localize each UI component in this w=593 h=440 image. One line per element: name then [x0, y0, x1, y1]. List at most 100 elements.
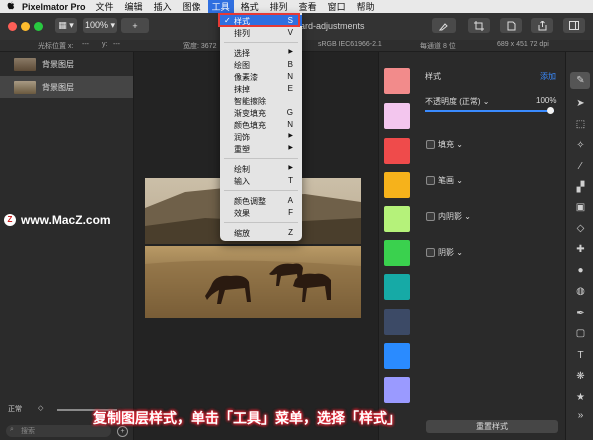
watermark-text: www.MacZ.com — [21, 213, 111, 227]
close-window-button[interactable] — [8, 22, 17, 31]
shadow-checkbox[interactable] — [426, 248, 435, 257]
reset-style-button[interactable]: 重置样式 — [426, 420, 558, 433]
style-preset[interactable] — [384, 138, 410, 164]
menu-view[interactable]: 查看 — [299, 0, 317, 13]
menu-item-color-adjust[interactable]: 颜色调整 A — [220, 195, 302, 206]
stroke-label[interactable]: 笔画 ⌄ — [438, 175, 463, 186]
menu-item-type[interactable]: 输入 T — [220, 175, 302, 186]
menu-item-color-fill[interactable]: 颜色填充 N — [220, 119, 302, 130]
fill-label[interactable]: 填充 ⌄ — [438, 139, 463, 150]
menu-item-smart-erase[interactable]: 智能擦除 — [220, 95, 302, 106]
menu-item-paint[interactable]: 绘制 ▶ — [220, 163, 302, 174]
minimize-window-button[interactable] — [21, 22, 30, 31]
select-icon[interactable]: ⬚ — [575, 119, 586, 130]
layers-sidebar: 背景图层 背景图层 — [0, 52, 134, 440]
opacity-slider[interactable] — [425, 107, 554, 114]
style-preset[interactable] — [384, 206, 410, 232]
style-preset[interactable] — [384, 172, 410, 198]
layer-row-selected[interactable]: 背景图层 — [0, 76, 133, 98]
share-button[interactable] — [531, 18, 553, 33]
opacity-label[interactable]: 不透明度 (正常) ⌄ — [425, 96, 489, 107]
zoom-window-button[interactable] — [34, 22, 43, 31]
sidebar-toggle-button[interactable] — [563, 18, 585, 33]
eyedropper-icon[interactable]: ⁄ — [575, 161, 586, 172]
menu-item-effects[interactable]: 效果 F — [220, 207, 302, 218]
layer-row[interactable]: 背景图层 — [0, 53, 133, 75]
add-style-link[interactable]: 添加 — [540, 71, 556, 82]
gradient-icon[interactable]: ▣ — [575, 202, 586, 213]
menu-image[interactable]: 图像 — [183, 0, 201, 13]
eraser-icon[interactable]: ◇ — [575, 223, 586, 234]
wand-icon[interactable]: ✧ — [575, 140, 586, 151]
stroke-checkbox[interactable] — [426, 176, 435, 185]
style-preset[interactable] — [384, 377, 410, 403]
cursor-x-value: --- — [82, 41, 89, 48]
more-icon[interactable]: » — [575, 410, 586, 421]
shape-icon[interactable]: ▢ — [575, 328, 586, 339]
color-space: sRGB IEC61966-2.1 — [318, 41, 382, 48]
paint-icon[interactable]: ▞ — [575, 182, 586, 193]
style-preset[interactable] — [384, 343, 410, 369]
share-icon — [538, 20, 546, 30]
layer-name: 背景图层 — [42, 59, 74, 69]
drop-icon[interactable]: ● — [575, 265, 586, 276]
menu-arrange[interactable]: 排列 — [270, 0, 288, 13]
opacity-value: 100% — [536, 96, 557, 105]
document-title: ard-adjustments — [300, 21, 365, 31]
bandage-icon[interactable]: ✚ — [575, 244, 586, 255]
menu-edit[interactable]: 编辑 — [125, 0, 143, 13]
menu-separator — [224, 42, 298, 43]
menu-item-erase[interactable]: 抹掉 E — [220, 83, 302, 94]
image-size: 689 x 451 72 dpi — [497, 41, 549, 48]
brush-tool-button[interactable] — [432, 18, 456, 33]
menu-item-gradient-fill[interactable]: 渐变填充 G — [220, 107, 302, 118]
menu-separator — [224, 222, 298, 223]
blend-mode-select[interactable]: 正常 — [8, 404, 22, 414]
document-button[interactable] — [500, 18, 522, 33]
brush-icon — [439, 22, 448, 30]
menu-format[interactable]: 格式 — [241, 0, 259, 13]
opacity-slider-knob[interactable] — [547, 107, 554, 114]
menu-help[interactable]: 帮助 — [357, 0, 375, 13]
tools-bar: ✎ ➤ ⬚ ✧ ⁄ ▞ ▣ ◇ ✚ ● ◍ ✒ ▢ T ❋ ★ » — [565, 52, 593, 440]
menu-item-zoom[interactable]: 缩放 Z — [220, 227, 302, 238]
menu-insert[interactable]: 插入 — [154, 0, 172, 13]
menu-item-draw[interactable]: 绘图 B — [220, 59, 302, 70]
crop-button[interactable] — [468, 18, 490, 33]
star-icon[interactable]: ★ — [575, 392, 586, 403]
app-name[interactable]: Pixelmator Pro — [22, 2, 86, 12]
cursor-x-label: 光标位置 x: — [38, 43, 74, 50]
menu-item-reshape[interactable]: 重塑 ▶ — [220, 143, 302, 154]
menu-item-retouch[interactable]: 润饰 ▶ — [220, 131, 302, 142]
shadow-label[interactable]: 阴影 ⌄ — [438, 247, 463, 258]
add-button[interactable]: + — [121, 18, 149, 33]
arrow-icon[interactable]: ➤ — [575, 98, 586, 109]
menu-window[interactable]: 窗口 — [328, 0, 346, 13]
style-brush-icon[interactable]: ✎ — [575, 75, 586, 86]
style-preset[interactable] — [384, 309, 410, 335]
sponge-icon[interactable]: ◍ — [575, 286, 586, 297]
style-preset[interactable] — [384, 274, 410, 300]
menu-item-pixel-paint[interactable]: 像素漆 N — [220, 71, 302, 82]
menu-item-arrange[interactable]: 排列 V — [220, 27, 302, 38]
width-readout: 宽度: 3672 — [183, 43, 217, 50]
watermark: Z www.MacZ.com — [4, 213, 111, 227]
zoom-select[interactable]: 100% ▾ — [83, 18, 117, 33]
inner-shadow-label[interactable]: 内阴影 ⌄ — [438, 211, 471, 222]
text-icon[interactable]: T — [575, 350, 586, 361]
style-preset[interactable] — [384, 103, 410, 129]
menu-tools[interactable]: 工具 — [207, 0, 234, 13]
fill-checkbox[interactable] — [426, 140, 435, 149]
menu-file[interactable]: 文件 — [96, 0, 114, 13]
effects-icon[interactable]: ❋ — [575, 371, 586, 382]
view-mode-button[interactable]: ▦ ▾ — [55, 18, 77, 33]
style-preset[interactable] — [384, 240, 410, 266]
pen-nib-icon[interactable]: ✒ — [575, 308, 586, 319]
layer-thumbnail — [14, 80, 36, 94]
style-preset[interactable] — [384, 68, 410, 94]
menu-item-select[interactable]: 选择 ▶ — [220, 47, 302, 58]
submenu-arrow-icon: ▶ — [288, 165, 293, 171]
apple-icon[interactable] — [0, 1, 22, 12]
inner-shadow-checkbox[interactable] — [426, 212, 435, 221]
blend-arrows[interactable]: ◇ — [38, 404, 43, 412]
